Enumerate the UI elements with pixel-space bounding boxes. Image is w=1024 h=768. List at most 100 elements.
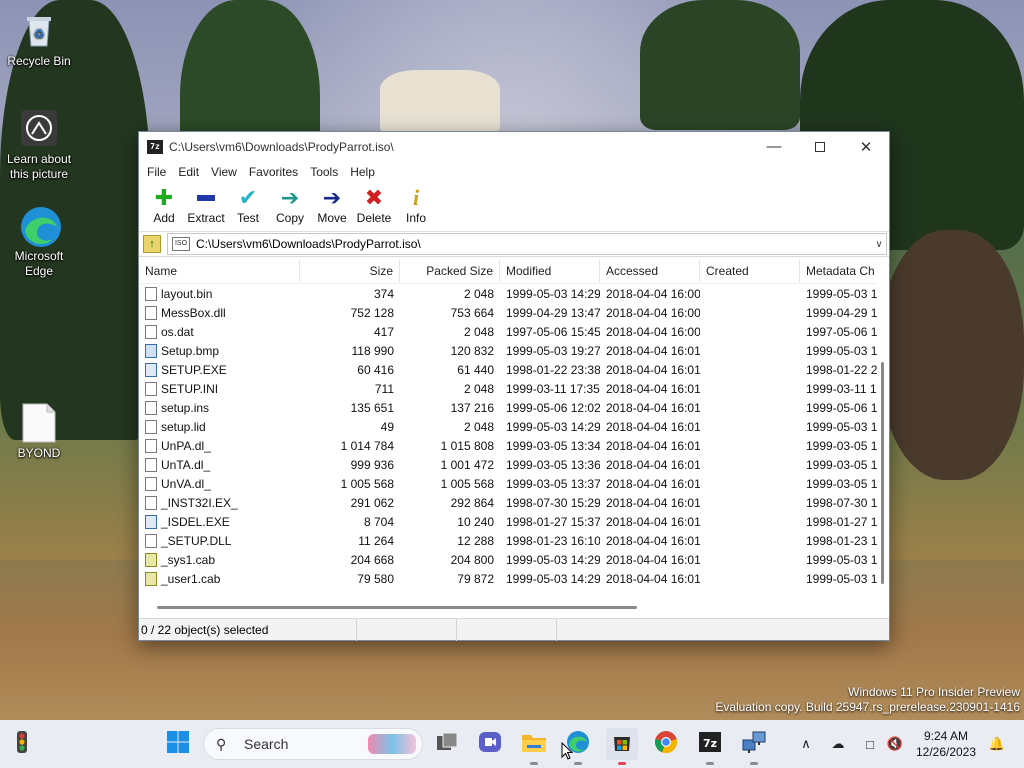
file-modified: 1999-03-11 17:35 (506, 381, 600, 396)
running-indicator (530, 762, 538, 765)
file-name-text: _sys1.cab (161, 552, 216, 567)
chevron-down-icon[interactable]: ∨ (872, 239, 886, 250)
file-row[interactable]: _user1.cab 79 580 79 872 1999-05-03 14:29 20… (139, 569, 877, 588)
file-row[interactable]: layout.bin 374 2 048 1999-05-03 14:29 2018-0… (139, 284, 877, 303)
column-accessed[interactable]: Accessed (600, 259, 700, 282)
desktop-icon-label: Microsoft Edge (14, 249, 64, 278)
taskbar-search-box[interactable]: ⚲ Search (203, 728, 423, 760)
file-row[interactable]: _ISDEL.EXE 8 704 10 240 1998-01-27 15:37 201… (139, 512, 877, 531)
windows-watermark: Windows 11 Pro Insider Preview Evaluatio… (715, 685, 1020, 715)
test-button[interactable]: ✔ Test (227, 182, 269, 226)
file-rows: layout.bin 374 2 048 1999-05-03 14:29 2018-0… (139, 284, 877, 588)
network-app-button[interactable] (738, 728, 770, 765)
file-size: 999 936 (350, 457, 394, 472)
desktop-icon-learn-about-picture[interactable]: Learn about this picture (1, 108, 77, 182)
taskbar-clock[interactable]: 9:24 AM 12/26/2023 (910, 728, 982, 760)
file-modified: 1999-05-03 14:29 (506, 552, 600, 567)
file-icon (145, 419, 157, 434)
desktop-icon-label: Recycle Bin (7, 54, 71, 68)
exe-file-icon (145, 514, 157, 529)
file-modified: 1999-05-03 14:29 (506, 571, 600, 586)
edge-icon (19, 205, 61, 247)
store-button[interactable] (606, 728, 638, 765)
info-label: Info (405, 211, 426, 225)
column-modified[interactable]: Modified (500, 259, 600, 282)
delete-x-icon: ✖ (364, 185, 384, 210)
network-button[interactable]: □ (858, 720, 882, 768)
volume-muted-icon: 🔇 (886, 736, 904, 751)
file-size: 417 (373, 324, 394, 339)
move-button[interactable]: ➔ Move (311, 182, 353, 226)
onedrive-button[interactable]: ☁ (826, 720, 850, 768)
running-indicator (574, 762, 582, 765)
address-field[interactable]: ISO C:\Users\vm6\Downloads\ProdyParrot.i… (167, 233, 887, 255)
column-metadata-changed[interactable]: Metadata Ch (800, 260, 877, 282)
file-row[interactable]: setup.ins 135 651 137 216 1999-05-06 12:02 2… (139, 398, 877, 417)
show-hidden-icons-button[interactable]: ∧ (796, 720, 816, 768)
close-button[interactable]: ✕ (843, 132, 889, 161)
file-row[interactable]: UnVA.dl_ 1 005 568 1 005 568 1999-03-05 13:… (139, 474, 877, 493)
file-size: 49 (380, 419, 394, 434)
chrome-button[interactable] (650, 728, 682, 760)
menu-edit[interactable]: Edit (172, 165, 205, 179)
file-row[interactable]: UnPA.dl_ 1 014 784 1 015 808 1999-03-05 13:… (139, 436, 877, 455)
file-row[interactable]: MessBox.dll 752 128 753 664 1999-04-29 13:4… (139, 303, 877, 322)
file-size: 11 264 (358, 533, 394, 548)
notifications-button[interactable]: 🔔 (986, 720, 1008, 768)
file-row[interactable]: _INST32I.EX_ 291 062 292 864 1998-07-30 15:… (139, 493, 877, 512)
add-label: Add (153, 211, 175, 225)
search-highlight-icon (368, 734, 416, 754)
menu-file[interactable]: File (141, 165, 172, 179)
volume-button[interactable]: 🔇 (884, 720, 906, 768)
file-explorer-button[interactable] (518, 728, 550, 765)
desktop-icon-microsoft-edge[interactable]: Microsoft Edge (1, 205, 77, 279)
file-metadata-changed: 1999-05-03 1 (806, 552, 877, 567)
file-list[interactable]: Name Size Packed Size Modified Accessed … (139, 258, 877, 598)
extract-button[interactable]: Extract (185, 182, 227, 225)
menu-tools[interactable]: Tools (304, 165, 344, 179)
delete-button[interactable]: ✖ Delete (353, 182, 395, 226)
up-folder-button[interactable]: ↑ (143, 235, 161, 253)
file-row[interactable]: SETUP.INI 711 2 048 1999-03-11 17:35 2018-04… (139, 379, 877, 398)
file-row[interactable]: setup.lid 49 2 048 1999-05-03 14:29 2018-04-… (139, 417, 877, 436)
info-button[interactable]: i Info (395, 182, 437, 226)
add-button[interactable]: ✚ Add (143, 182, 185, 226)
column-created[interactable]: Created (700, 259, 800, 282)
7zip-taskbar-button[interactable]: 7z (694, 728, 726, 765)
horizontal-scroll-thumb[interactable] (157, 606, 637, 609)
menu-favorites[interactable]: Favorites (243, 165, 304, 179)
column-packed-size[interactable]: Packed Size (400, 259, 500, 282)
file-icon (145, 305, 157, 320)
title-bar[interactable]: 7z C:\Users\vm6\Downloads\ProdyParrot.is… (139, 132, 889, 161)
menu-help[interactable]: Help (344, 165, 381, 179)
file-row[interactable]: _SETUP.DLL 11 264 12 288 1998-01-23 16:10 20… (139, 531, 877, 550)
menu-bar: File Edit View Favorites Tools Help (139, 161, 889, 182)
file-name: UnVA.dl_ (139, 476, 300, 491)
desktop-icon-recycle-bin[interactable]: ♻ Recycle Bin (1, 10, 77, 69)
file-name-text: UnVA.dl_ (161, 476, 211, 491)
file-packed-size: 1 005 568 (440, 476, 494, 491)
widgets-button[interactable] (6, 728, 38, 760)
column-size[interactable]: Size (300, 259, 400, 282)
start-button[interactable] (162, 728, 194, 760)
file-accessed: 2018-04-04 16:00 (606, 305, 700, 320)
copy-button[interactable]: ➔ Copy (269, 182, 311, 226)
column-name[interactable]: Name (139, 259, 300, 282)
maximize-button[interactable] (797, 132, 843, 161)
vertical-scrollbar[interactable] (877, 258, 887, 598)
extract-label: Extract (187, 211, 225, 225)
minimize-button[interactable]: — (751, 132, 797, 161)
menu-view[interactable]: View (205, 165, 243, 179)
file-row[interactable]: UnTA.dl_ 999 936 1 001 472 1999-03-05 13:36… (139, 455, 877, 474)
recycle-bin-icon: ♻ (19, 10, 59, 50)
file-row[interactable]: os.dat 417 2 048 1997-05-06 15:45 2018-04-04… (139, 322, 877, 341)
file-row[interactable]: _sys1.cab 204 668 204 800 1999-05-03 14:29 2… (139, 550, 877, 569)
check-icon: ✔ (238, 185, 258, 210)
task-view-button[interactable] (431, 728, 463, 760)
file-name: _SETUP.DLL (139, 533, 300, 548)
vertical-scroll-thumb[interactable] (881, 362, 884, 584)
file-row[interactable]: SETUP.EXE 60 416 61 440 1998-01-22 23:38 201… (139, 360, 877, 379)
desktop-icon-byond[interactable]: BYOND (1, 402, 77, 461)
meet-button[interactable] (474, 728, 506, 760)
file-row[interactable]: Setup.bmp 118 990 120 832 1999-05-03 19:27 2… (139, 341, 877, 360)
